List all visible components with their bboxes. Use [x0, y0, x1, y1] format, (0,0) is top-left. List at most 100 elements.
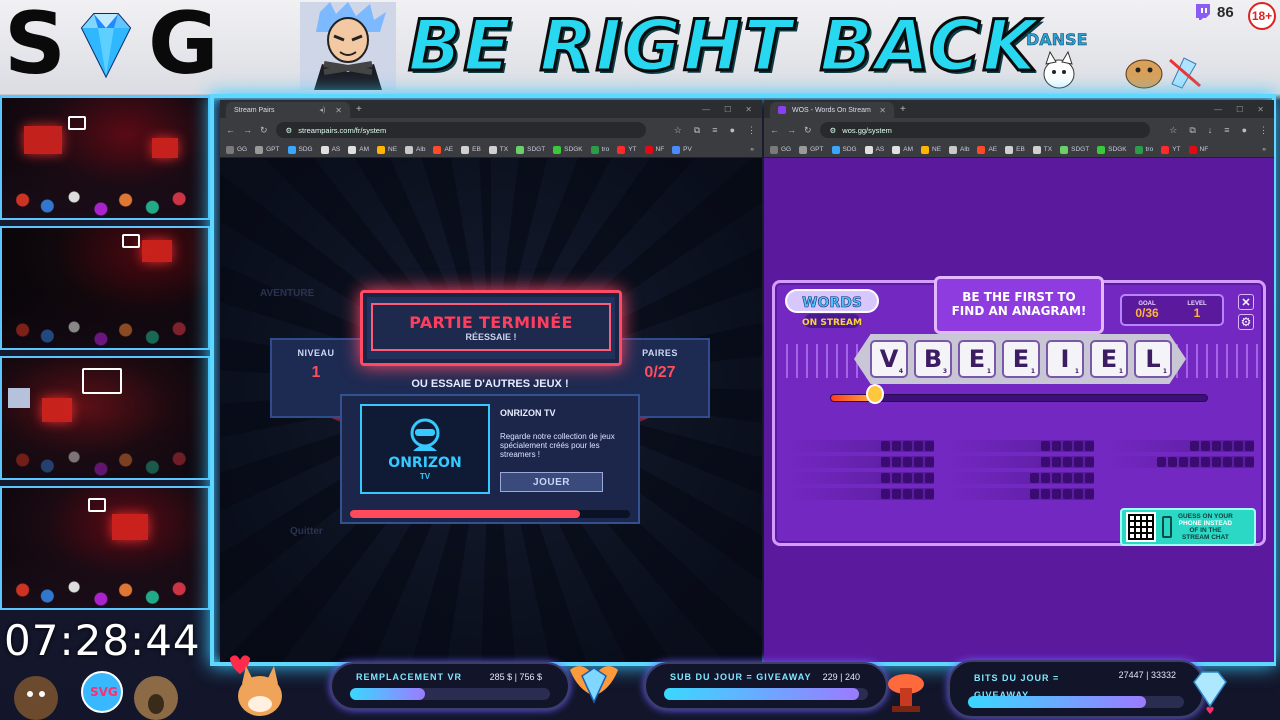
bookmark-favicon-icon — [770, 145, 778, 154]
logo-letter-g: G — [147, 0, 219, 94]
url-field[interactable]: ⚙ streampairs.com/fr/system — [275, 122, 646, 138]
bookmark-tx[interactable]: TX — [488, 145, 508, 154]
maximize-icon[interactable]: ☐ — [1236, 105, 1243, 114]
bookmark-sdgt[interactable]: SDGT — [1060, 145, 1089, 154]
close-window-icon[interactable]: ✕ — [1257, 105, 1264, 114]
mute-icon[interactable]: ◂) — [319, 106, 325, 114]
bookmark-sdgt[interactable]: SDGT — [516, 145, 546, 154]
new-tab-icon[interactable]: + — [356, 104, 362, 115]
bookmark-eb[interactable]: EB — [461, 145, 481, 154]
menu-icon[interactable]: ⋮ — [747, 125, 756, 136]
bookmark-as[interactable]: AS — [864, 145, 884, 154]
bookmark-am[interactable]: AM — [892, 145, 913, 154]
bookmark-am[interactable]: AM — [348, 145, 369, 154]
bookmark-tro[interactable]: tro — [590, 145, 609, 154]
forward-icon[interactable]: → — [787, 125, 796, 135]
bookmark-alb[interactable]: Alb — [405, 145, 425, 154]
bookmark-gg[interactable]: GG — [226, 145, 248, 154]
more-bookmarks-icon[interactable]: » — [750, 146, 762, 153]
bookmark-as[interactable]: AS — [320, 145, 340, 154]
bookmark-yt[interactable]: YT — [617, 145, 637, 154]
explosion-emote-icon — [888, 674, 924, 712]
bookmark-label: SDG — [842, 146, 857, 153]
bookmark-tro[interactable]: tro — [1134, 145, 1153, 154]
new-tab-icon[interactable]: + — [900, 104, 906, 115]
bookmark-nf[interactable]: NF — [1188, 145, 1209, 154]
bookmark-sdgk[interactable]: SDGK — [1097, 145, 1127, 154]
extensions-icon[interactable]: ⧉ — [1189, 125, 1195, 136]
bookmark-label: TX — [1043, 146, 1053, 153]
onrizon-tv-card[interactable]: ONRIZON TV — [360, 404, 490, 494]
tab-close-icon[interactable]: ✕ — [335, 106, 342, 115]
bookmark-label: GG — [237, 146, 248, 153]
maximize-icon[interactable]: ☐ — [724, 105, 731, 114]
bookmark-favicon-icon — [320, 145, 329, 154]
tile-letter: E — [1012, 345, 1030, 373]
bookmark-pv[interactable]: PV — [672, 145, 692, 154]
more-bookmarks-icon[interactable]: » — [1262, 146, 1274, 153]
bookmark-gg[interactable]: GG — [770, 145, 791, 154]
bookmark-sdg[interactable]: SDG — [831, 145, 857, 154]
bookmark-alb[interactable]: Alb — [949, 145, 969, 154]
bookmark-favicon-icon — [831, 145, 840, 154]
letter-tile: I1 — [1046, 340, 1084, 378]
bookmark-gpt[interactable]: GPT — [799, 145, 824, 154]
bookmark-star-icon[interactable]: ☆ — [674, 125, 682, 136]
bookmark-label: SDGT — [527, 146, 546, 153]
tab-bar: Stream Pairs ◂) ✕ + — ☐ ✕ — [220, 100, 762, 118]
niveau-label: NIVEAU — [297, 348, 335, 358]
menu-icon[interactable]: ⋮ — [1259, 125, 1268, 136]
bookmark-ae[interactable]: AE — [433, 145, 453, 154]
tab-words-on-stream[interactable]: WOS - Words On Stream ✕ — [770, 102, 894, 118]
bookmark-label: SDG — [298, 146, 313, 153]
bookmark-star-icon[interactable]: ☆ — [1169, 125, 1177, 136]
tile-points: 1 — [1030, 368, 1035, 375]
bookmark-tx[interactable]: TX — [1032, 145, 1053, 154]
bookmark-nf[interactable]: NF — [644, 145, 664, 154]
bookmark-label: SDGK — [1108, 146, 1127, 153]
bookmark-favicon-icon — [892, 145, 901, 154]
twitch-icon — [1196, 4, 1210, 20]
close-icon[interactable]: ✕ — [1238, 294, 1254, 310]
retry-subtitle: RÉESSAIE ! — [465, 331, 517, 342]
reload-icon[interactable]: ↻ — [804, 125, 812, 136]
url-field[interactable]: ⚙ wos.gg/system — [819, 122, 1150, 138]
download-icon[interactable]: ↓ — [1208, 125, 1213, 136]
tab-close-icon[interactable]: ✕ — [879, 106, 886, 115]
bookmark-yt[interactable]: YT — [1161, 145, 1181, 154]
profile-icon[interactable]: ● — [730, 125, 735, 136]
game-progress-bar — [350, 510, 630, 518]
media-icon[interactable]: ≡ — [712, 125, 717, 136]
bookmark-ne[interactable]: NE — [921, 145, 941, 154]
back-icon[interactable]: ← — [770, 125, 779, 135]
site-info-icon[interactable]: ⚙ — [286, 126, 293, 135]
camera-feed-2 — [0, 226, 210, 350]
site-info-icon[interactable]: ⚙ — [830, 126, 837, 135]
camera-feed-1 — [0, 96, 210, 220]
back-icon[interactable]: ← — [226, 125, 235, 135]
play-button[interactable]: JOUER — [500, 472, 603, 492]
extensions-icon[interactable]: ⧉ — [694, 125, 700, 136]
qr-code[interactable] — [1126, 512, 1156, 542]
bookmark-sdgk[interactable]: SDGK — [553, 145, 583, 154]
promo-title: ONRIZON TV — [500, 408, 556, 418]
minimize-icon[interactable]: — — [1214, 105, 1222, 114]
settings-gear-icon[interactable]: ⚙ — [1238, 314, 1254, 330]
bookmark-gpt[interactable]: GPT — [255, 145, 280, 154]
bookmark-ae[interactable]: AE — [977, 145, 997, 154]
bookmark-ne[interactable]: NE — [377, 145, 397, 154]
fox-heart-emote-icon — [230, 655, 282, 716]
profile-icon[interactable]: ● — [1242, 125, 1247, 136]
bookmark-sdg[interactable]: SDG — [287, 145, 313, 154]
minimize-icon[interactable]: — — [702, 105, 710, 114]
tab-stream-pairs[interactable]: Stream Pairs ◂) ✕ — [226, 102, 350, 118]
media-icon[interactable]: ≡ — [1224, 125, 1229, 136]
reload-icon[interactable]: ↻ — [260, 125, 268, 136]
forward-icon[interactable]: → — [243, 125, 252, 135]
bookmark-favicon-icon — [644, 145, 653, 154]
close-window-icon[interactable]: ✕ — [745, 105, 752, 114]
bookmark-label: NF — [1199, 146, 1209, 153]
bookmark-label: GPT — [810, 146, 824, 153]
bookmark-eb[interactable]: EB — [1005, 145, 1025, 154]
bookmark-favicon-icon — [1188, 145, 1197, 154]
